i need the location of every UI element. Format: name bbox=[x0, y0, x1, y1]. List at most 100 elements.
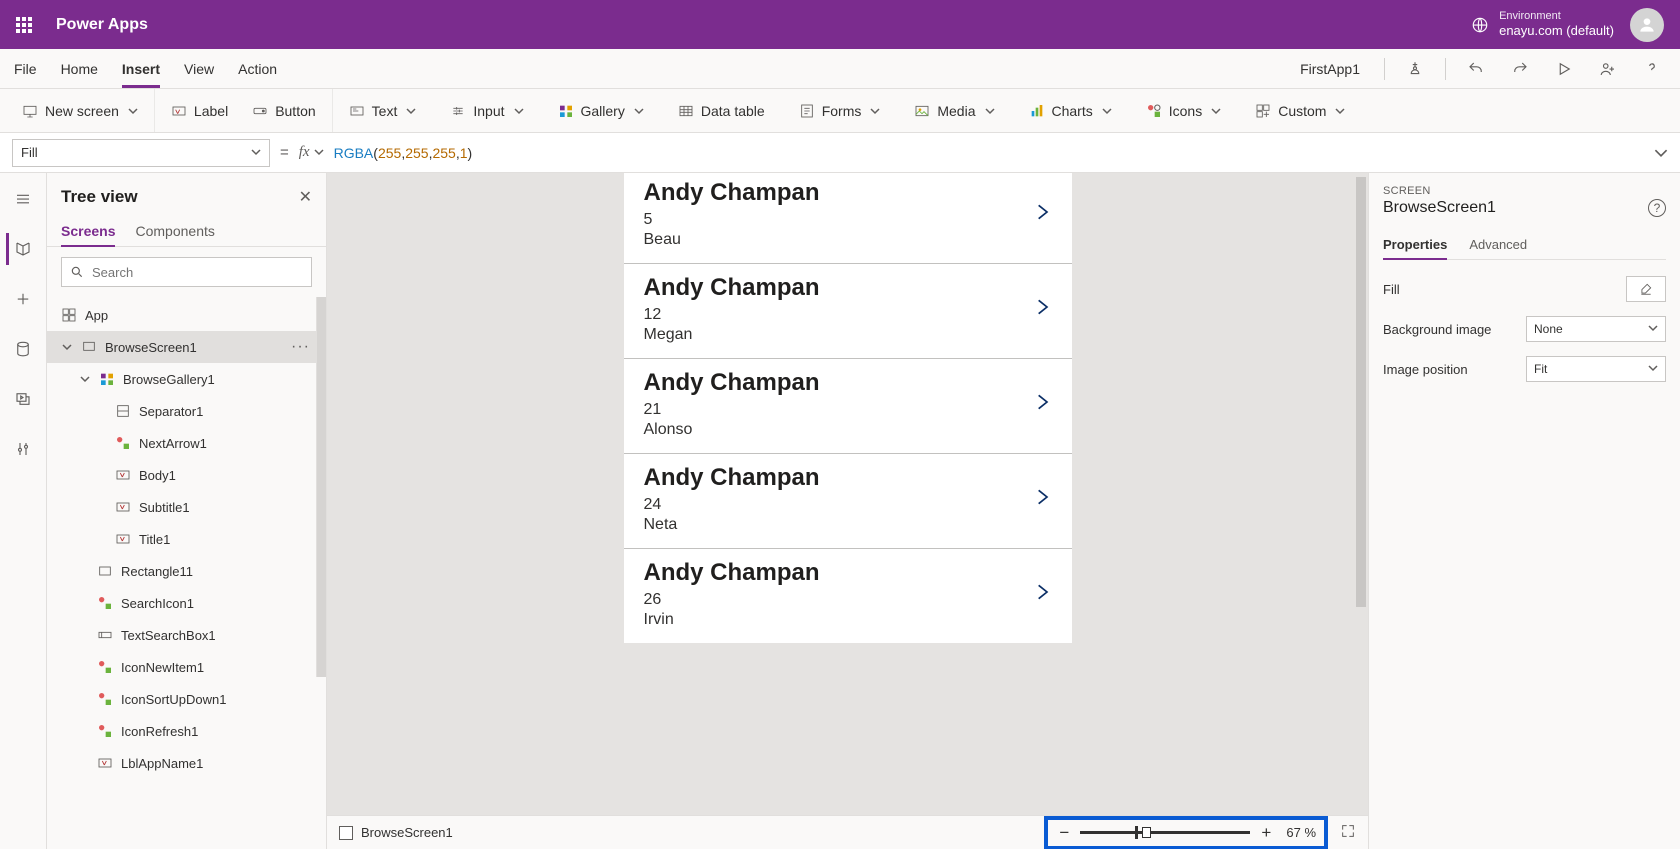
tree-node-separator[interactable]: Separator1 bbox=[47, 395, 326, 427]
fit-to-window-button[interactable] bbox=[1340, 823, 1356, 842]
property-selector[interactable]: Fill bbox=[12, 139, 270, 167]
tree-node-sort[interactable]: IconSortUpDown1 bbox=[47, 683, 326, 715]
chevron-down-icon[interactable] bbox=[61, 342, 73, 352]
canvas-area[interactable]: Andy Champan 5 Beau Andy Champan 12 Mega… bbox=[327, 173, 1368, 815]
zoom-slider[interactable] bbox=[1080, 831, 1250, 834]
chevron-right-icon[interactable] bbox=[1032, 388, 1052, 421]
menu-insert[interactable]: Insert bbox=[122, 49, 160, 88]
app-checker-button[interactable] bbox=[1401, 55, 1429, 83]
rail-media[interactable] bbox=[7, 383, 39, 415]
play-button[interactable] bbox=[1550, 55, 1578, 83]
help-icon[interactable]: ? bbox=[1648, 199, 1666, 217]
media-dropdown[interactable]: Media bbox=[910, 99, 998, 123]
tree-search[interactable] bbox=[61, 257, 312, 287]
custom-dropdown[interactable]: Custom bbox=[1251, 99, 1349, 123]
tree-node-body[interactable]: Body1 bbox=[47, 459, 326, 491]
tree-node-newitem[interactable]: IconNewItem1 bbox=[47, 651, 326, 683]
tab-advanced[interactable]: Advanced bbox=[1469, 231, 1527, 259]
fx-button[interactable]: fx bbox=[299, 144, 324, 162]
gallery-item[interactable]: Andy Champan 12 Megan bbox=[624, 263, 1072, 358]
property-selected: Fill bbox=[21, 145, 38, 160]
text-icon bbox=[349, 103, 365, 119]
chevron-right-icon[interactable] bbox=[1032, 483, 1052, 516]
ribbon: New screen Label Button Text Input Galle… bbox=[0, 89, 1680, 133]
gallery-sub2: Irvin bbox=[644, 611, 820, 629]
gallery-item[interactable]: Andy Champan 5 Beau bbox=[624, 173, 1072, 263]
menu-home[interactable]: Home bbox=[61, 49, 98, 88]
menu-file[interactable]: File bbox=[14, 49, 37, 88]
gallery-item[interactable]: Andy Champan 21 Alonso bbox=[624, 358, 1072, 453]
formula-expand[interactable] bbox=[1654, 146, 1668, 160]
rail-tools[interactable] bbox=[7, 433, 39, 465]
formula-input[interactable]: RGBA(255, 255, 255, 1) bbox=[334, 139, 1644, 167]
screen-checkbox[interactable] bbox=[339, 826, 353, 840]
rail-hamburger[interactable] bbox=[7, 183, 39, 215]
zoom-out-button[interactable]: − bbox=[1056, 823, 1072, 843]
search-input[interactable] bbox=[92, 265, 303, 280]
gallery-item[interactable]: Andy Champan 24 Neta bbox=[624, 453, 1072, 548]
tree-node-browsescreen[interactable]: BrowseScreen1 ··· bbox=[47, 331, 326, 363]
phone-screen[interactable]: Andy Champan 5 Beau Andy Champan 12 Mega… bbox=[624, 173, 1072, 643]
input-dropdown[interactable]: Input bbox=[446, 99, 527, 123]
tree-node-nextarrow[interactable]: NextArrow1 bbox=[47, 427, 326, 459]
tree-node-subtitle[interactable]: Subtitle1 bbox=[47, 491, 326, 523]
tree-body[interactable]: App BrowseScreen1 ··· BrowseGallery1 Sep… bbox=[47, 297, 326, 849]
bg-image-select[interactable]: None bbox=[1526, 316, 1666, 342]
avatar[interactable] bbox=[1630, 8, 1664, 42]
tree-node-rect[interactable]: Rectangle11 bbox=[47, 555, 326, 587]
tree-tabs: Screens Components bbox=[47, 213, 326, 247]
environment-block[interactable]: Environment enayu.com (default) bbox=[1471, 9, 1614, 40]
tab-screens[interactable]: Screens bbox=[61, 217, 115, 247]
forms-dropdown[interactable]: Forms bbox=[795, 99, 885, 123]
rail-data[interactable] bbox=[7, 333, 39, 365]
rail-tree-view[interactable] bbox=[6, 233, 38, 265]
chevron-right-icon[interactable] bbox=[1032, 293, 1052, 326]
tree-label: IconNewItem1 bbox=[121, 660, 204, 675]
gallery-dropdown[interactable]: Gallery bbox=[554, 99, 648, 123]
tab-components[interactable]: Components bbox=[135, 217, 214, 246]
share-button[interactable] bbox=[1594, 55, 1622, 83]
text-dropdown[interactable]: Text bbox=[345, 99, 421, 123]
chevron-down-icon[interactable] bbox=[79, 374, 91, 384]
datatable-button[interactable]: Data table bbox=[674, 99, 769, 123]
label-button[interactable]: Label bbox=[167, 99, 232, 123]
tree-node-refresh[interactable]: IconRefresh1 bbox=[47, 715, 326, 747]
tree-node-appname[interactable]: LblAppName1 bbox=[47, 747, 326, 779]
tree-node-gallery[interactable]: BrowseGallery1 bbox=[47, 363, 326, 395]
menu-view[interactable]: View bbox=[184, 49, 214, 88]
zoom-slider-thumb[interactable] bbox=[1142, 827, 1151, 838]
bg-image-value: None bbox=[1534, 322, 1563, 336]
chevron-down-icon bbox=[251, 145, 261, 160]
new-screen-button[interactable]: New screen bbox=[18, 99, 142, 123]
redo-button[interactable] bbox=[1506, 55, 1534, 83]
tab-properties[interactable]: Properties bbox=[1383, 231, 1447, 260]
chevron-right-icon[interactable] bbox=[1032, 578, 1052, 611]
scrollbar[interactable] bbox=[316, 297, 326, 677]
tree-node-app[interactable]: App bbox=[47, 299, 326, 331]
tree-title: Tree view bbox=[61, 187, 138, 207]
gallery-sub2: Beau bbox=[644, 231, 820, 249]
tree-node-searchicon[interactable]: SearchIcon1 bbox=[47, 587, 326, 619]
gallery-sub1: 12 bbox=[644, 306, 820, 324]
zoom-in-button[interactable]: + bbox=[1258, 823, 1274, 843]
chevron-right-icon[interactable] bbox=[1032, 198, 1052, 231]
help-button[interactable] bbox=[1638, 55, 1666, 83]
tree-node-textsearchbox[interactable]: TextSearchBox1 bbox=[47, 619, 326, 651]
env-value: enayu.com (default) bbox=[1499, 23, 1614, 40]
forms-label: Forms bbox=[822, 103, 862, 119]
gallery-item[interactable]: Andy Champan 26 Irvin bbox=[624, 548, 1072, 643]
tree-container: App BrowseScreen1 ··· BrowseGallery1 Sep… bbox=[47, 297, 326, 849]
menu-action[interactable]: Action bbox=[238, 49, 277, 88]
icons-dropdown[interactable]: Icons bbox=[1142, 99, 1225, 123]
undo-button[interactable] bbox=[1462, 55, 1490, 83]
waffle-icon[interactable] bbox=[16, 17, 32, 33]
canvas-scrollbar[interactable] bbox=[1356, 173, 1366, 815]
charts-dropdown[interactable]: Charts bbox=[1025, 99, 1116, 123]
close-icon[interactable]: ✕ bbox=[299, 187, 312, 207]
more-icon[interactable]: ··· bbox=[291, 338, 316, 356]
button-button[interactable]: Button bbox=[248, 99, 319, 123]
tree-node-title1[interactable]: Title1 bbox=[47, 523, 326, 555]
image-position-select[interactable]: Fit bbox=[1526, 356, 1666, 382]
rail-insert[interactable] bbox=[7, 283, 39, 315]
fill-color-button[interactable] bbox=[1626, 276, 1666, 302]
